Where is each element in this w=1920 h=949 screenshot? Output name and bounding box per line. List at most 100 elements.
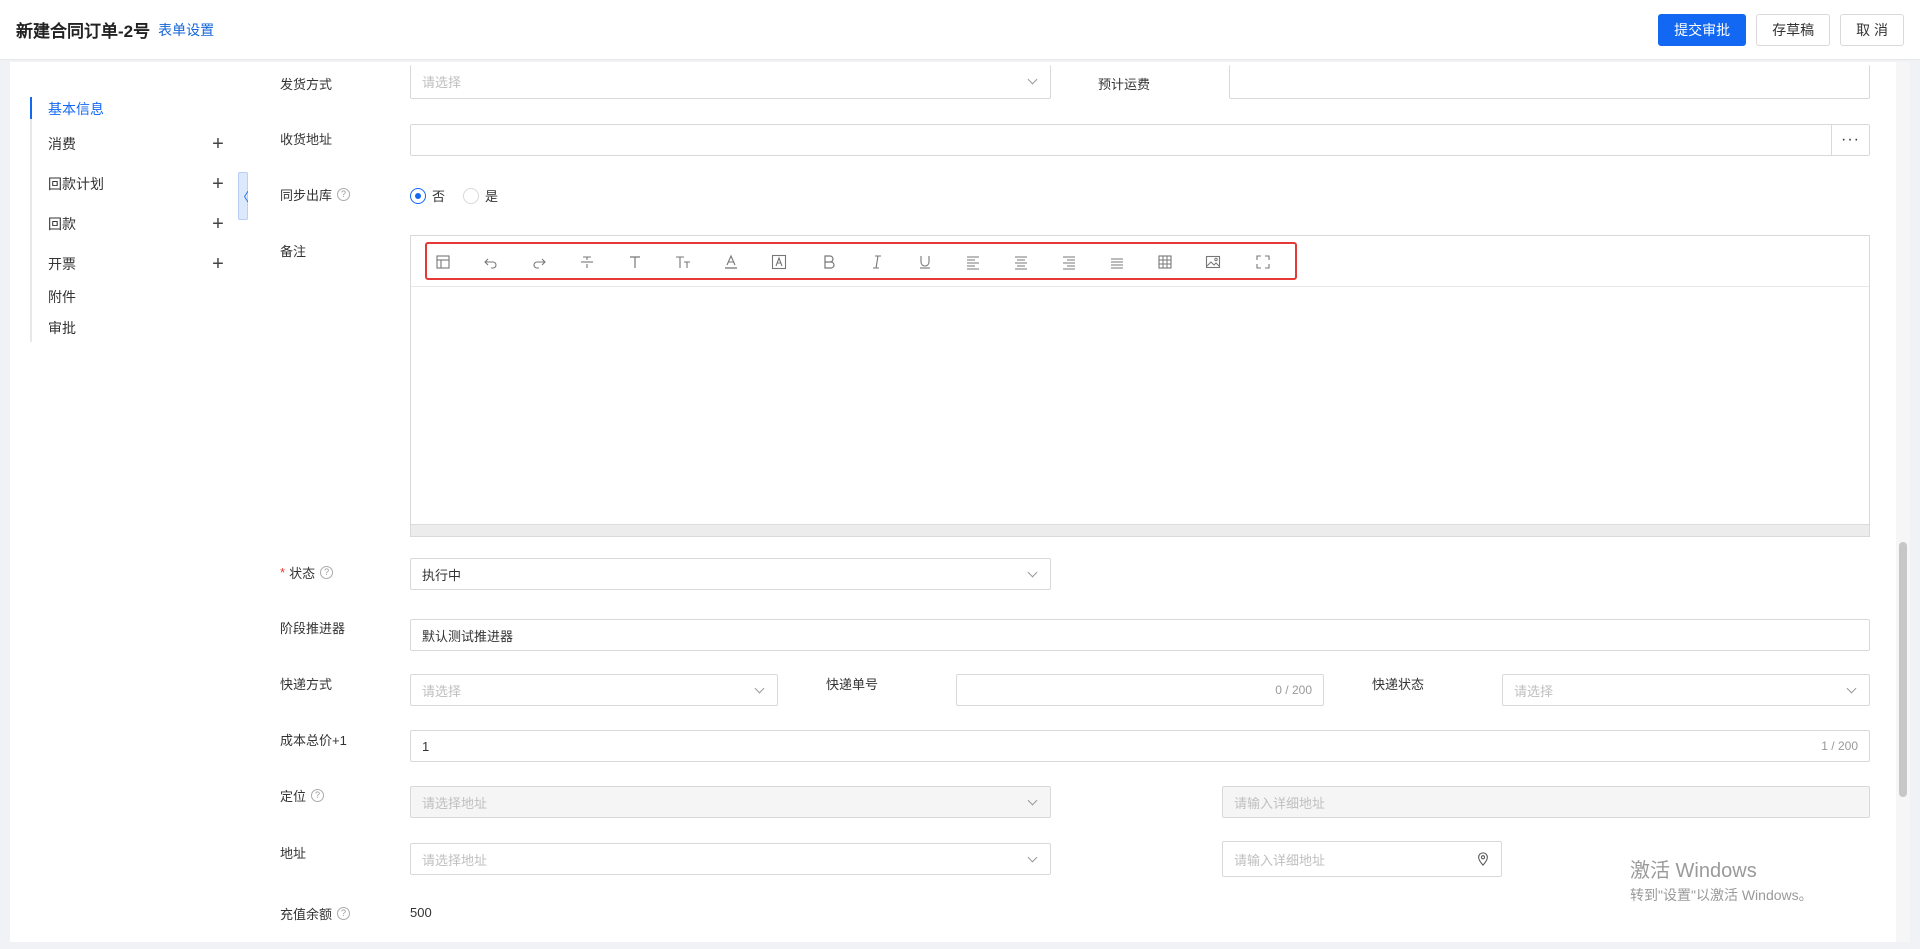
delivery-address-input[interactable]: ··· [410,124,1870,156]
nav-item-consumption[interactable]: 消费 + [48,132,228,156]
address-select[interactable]: 请选择地址 [410,843,1051,875]
toolbar-divider [411,286,1869,287]
estimated-freight-input[interactable] [1229,65,1870,99]
recharge-balance-value: 500 [410,905,432,920]
shipping-method-label: 发货方式 [280,76,333,92]
sync-outbound-radio-no[interactable]: 否 [410,186,445,205]
align-center-icon[interactable] [1011,252,1031,272]
delivery-address-label: 收货地址 [280,131,333,147]
justify-icon[interactable] [1107,252,1127,272]
sync-outbound-radio-yes[interactable]: 是 [463,186,498,205]
express-method-select[interactable]: 请选择 [410,674,778,706]
vertical-scrollbar[interactable] [1896,62,1910,942]
help-icon[interactable]: ? [320,565,334,579]
location-detail-input: 请输入详细地址 [1222,786,1870,818]
required-mark: * [280,564,286,580]
location-label: 定位 ? [280,785,325,805]
radio-unchecked-icon [463,187,479,204]
image-icon[interactable] [1203,252,1223,272]
location-address-select: 请选择地址 [410,786,1051,818]
editor-status-bar [411,524,1869,536]
nav-item-label: 审批 [48,320,76,336]
save-draft-button[interactable]: 存草稿 [1756,13,1831,46]
scrollbar-thumb[interactable] [1899,542,1907,797]
font-color-icon[interactable] [721,252,741,272]
chevron-down-icon [1027,567,1038,577]
form-settings-link[interactable]: 表单设置 [158,20,214,40]
chevron-down-icon [1846,683,1857,693]
chevron-down-icon [1027,795,1038,805]
location-pin-icon[interactable] [1476,852,1490,866]
express-method-label: 快递方式 [280,676,333,692]
char-counter: 1 / 200 [1821,739,1858,753]
remarks-label: 备注 [280,243,307,259]
status-select[interactable]: 执行中 [410,558,1051,590]
underline-icon[interactable] [915,252,935,272]
cost-total-input[interactable]: 1 1 / 200 [410,730,1870,762]
help-icon[interactable]: ? [337,906,351,920]
windows-activation-watermark: 激活 Windows 转到"设置"以激活 Windows。 [1630,860,1813,903]
help-icon[interactable]: ? [337,187,351,201]
add-payment-icon[interactable]: + [208,214,228,234]
align-left-icon[interactable] [963,252,983,272]
template-icon[interactable] [433,252,453,272]
page-header: 新建合同订单-2号 表单设置 提交审批 存草稿 取 消 [0,0,1920,60]
estimated-freight-label: 预计运费 [1098,76,1151,92]
nav-item-invoice[interactable]: 开票 + [48,252,228,276]
char-counter: 0 / 200 [1275,683,1312,697]
chevron-down-icon [1027,852,1038,862]
chevron-down-icon [1027,74,1038,85]
radio-checked-icon [410,187,426,204]
font-size-icon[interactable] [673,252,693,272]
editor-toolbar [425,242,1297,280]
align-right-icon[interactable] [1059,252,1079,272]
background-color-icon[interactable] [769,252,789,272]
anchor-active-indicator [30,97,32,119]
nav-item-approval[interactable]: 审批 [48,316,228,340]
cancel-button[interactable]: 取 消 [1840,13,1904,46]
nav-item-label: 基本信息 [48,101,104,117]
sync-outbound-label: 同步出库 ? [280,184,351,204]
font-family-icon[interactable] [625,252,645,272]
address-label: 地址 [280,845,307,861]
italic-icon[interactable] [867,252,887,272]
cost-total-label: 成本总价+1 [280,732,347,748]
add-consumption-icon[interactable]: + [208,134,228,154]
nav-item-payment[interactable]: 回款 + [48,212,228,236]
stage-promoter-label: 阶段推进器 [280,620,346,636]
form-body: 发货方式 请选择 预计运费 收货地址 ··· 同步出库 ? 否 是 备注 * 状… [248,62,1896,942]
nav-item-payment-plan[interactable]: 回款计划 + [48,172,228,196]
nav-item-label: 开票 [48,256,76,272]
chevron-down-icon [754,683,765,693]
submit-approval-button[interactable]: 提交审批 [1658,13,1747,46]
express-number-label: 快递单号 [826,676,879,692]
undo-icon[interactable] [481,252,501,272]
redo-icon[interactable] [529,252,549,272]
address-detail-input[interactable]: 请输入详细地址 [1222,841,1502,877]
stage-promoter-input[interactable]: 默认测试推进器 [410,619,1870,651]
add-invoice-icon[interactable]: + [208,254,228,274]
shipping-method-select[interactable]: 请选择 [410,65,1051,99]
express-status-label: 快递状态 [1372,676,1425,692]
fullscreen-icon[interactable] [1253,252,1273,272]
status-label: * 状态 ? [280,562,334,582]
table-icon[interactable] [1155,252,1175,272]
remarks-rich-text-editor[interactable] [410,235,1870,537]
collapse-sidebar-icon[interactable]: 〈 [237,172,249,220]
express-number-input[interactable]: 0 / 200 [956,674,1324,706]
nav-item-label: 附件 [48,289,76,305]
anchor-track [30,97,32,342]
page-title: 新建合同订单-2号 [16,22,151,41]
strikethrough-icon[interactable] [577,252,597,272]
nav-item-basic-info[interactable]: 基本信息 [48,97,228,121]
more-options-icon[interactable]: ··· [1831,125,1869,155]
nav-item-label: 消费 [48,136,76,152]
add-payment-plan-icon[interactable]: + [208,174,228,194]
section-nav: 基本信息 消费 + 回款计划 + 回款 + 开票 + 附件 审批 [10,62,248,942]
nav-item-attachments[interactable]: 附件 [48,285,228,309]
header-actions: 提交审批 存草稿 取 消 [1658,13,1904,46]
bold-icon[interactable] [819,252,839,272]
help-icon[interactable]: ? [311,788,325,802]
recharge-balance-label: 充值余额 ? [280,903,351,923]
express-status-select[interactable]: 请选择 [1502,674,1870,706]
